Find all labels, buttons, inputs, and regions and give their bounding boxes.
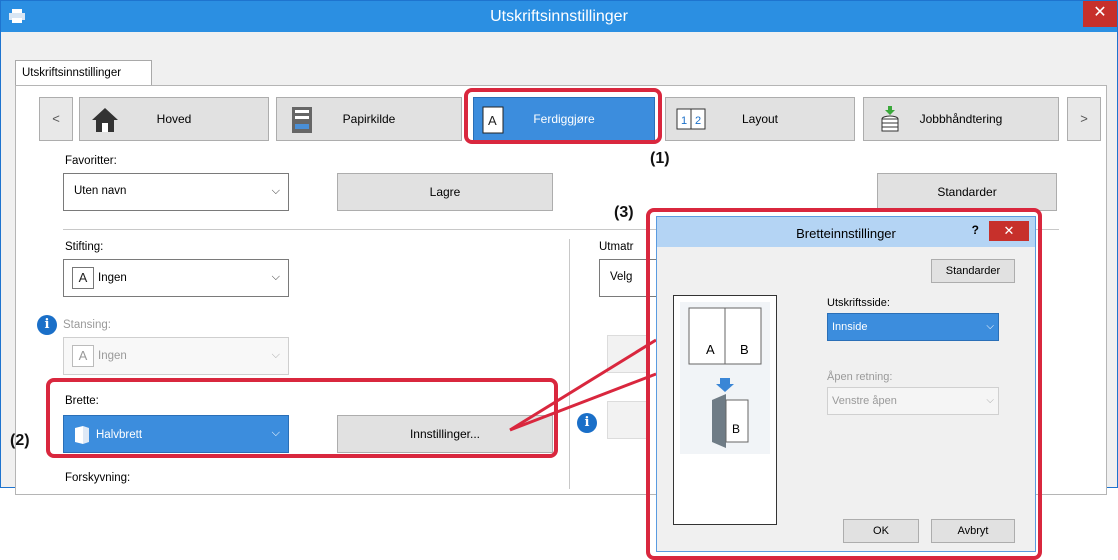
fold-preview: A B B <box>673 295 777 525</box>
marker-3: (3) <box>614 204 634 221</box>
print-side-label: Utskriftsside: <box>827 297 890 309</box>
help-icon[interactable]: ? <box>972 223 979 237</box>
open-direction-value: Venstre åpen <box>832 395 897 407</box>
preview-folded-b: B <box>732 422 741 436</box>
marker-1: (1) <box>650 150 670 167</box>
callout-2 <box>46 378 558 458</box>
marker-2: (2) <box>10 432 30 449</box>
fold-preview-graphic <box>680 302 770 454</box>
dialog-close-button[interactable]: ✕ <box>989 221 1029 241</box>
open-direction-select: Venstre åpen ⌵ <box>827 387 999 415</box>
cancel-button[interactable]: Avbryt <box>931 519 1015 543</box>
print-side-value: Innside <box>832 321 868 333</box>
ok-button[interactable]: OK <box>843 519 919 543</box>
print-side-select[interactable]: Innside ⌵ <box>827 313 999 341</box>
preview-page-b: B <box>740 342 749 357</box>
dialog-title-bar: Bretteinnstillinger ? ✕ <box>657 217 1035 247</box>
open-direction-label: Åpen retning: <box>827 371 893 383</box>
callout-1 <box>464 88 662 144</box>
preview-page-a: A <box>706 342 715 357</box>
chevron-down-icon: ⌵ <box>986 321 994 332</box>
fold-settings-dialog: Bretteinnstillinger ? ✕ Standarder A B B… <box>656 216 1036 552</box>
chevron-down-icon: ⌵ <box>986 395 994 406</box>
dialog-defaults-button[interactable]: Standarder <box>931 259 1015 283</box>
